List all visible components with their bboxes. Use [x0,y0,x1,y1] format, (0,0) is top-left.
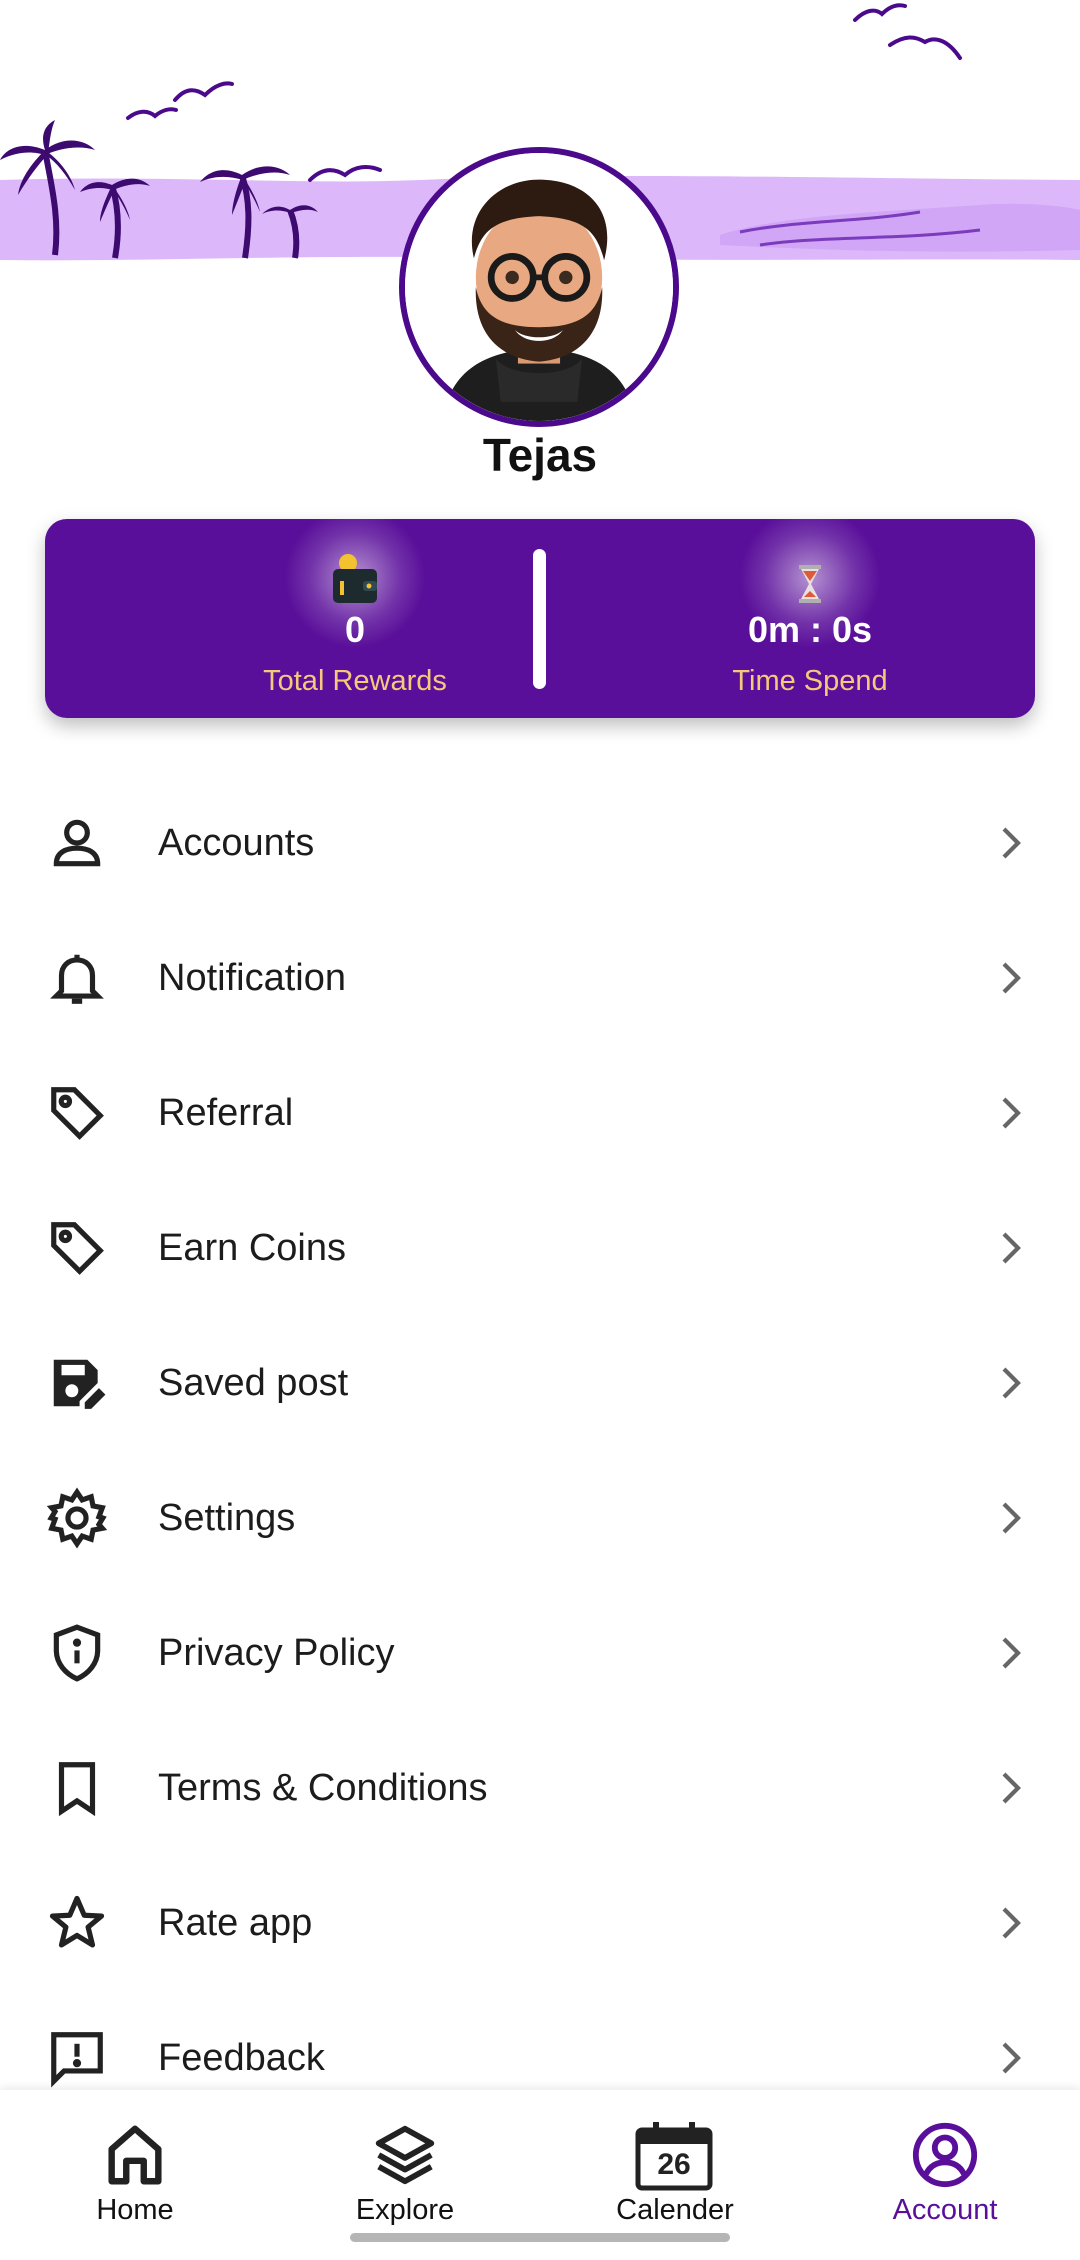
avatar[interactable] [399,147,679,427]
feedback-icon [46,2027,108,2089]
home-indicator[interactable] [350,2233,730,2242]
menu-item-privacy-policy[interactable]: Privacy Policy [0,1592,1080,1712]
nav-home[interactable]: Home [35,2090,235,2250]
menu-item-label: Accounts [158,822,315,864]
total-rewards-stat[interactable]: 0 Total Rewards [145,519,565,718]
bell-icon [46,947,108,1009]
stats-divider [533,549,546,689]
menu-item-notification[interactable]: Notification [0,917,1080,1037]
chevron-right-icon [1002,2042,1021,2074]
calendar-day: 26 [657,2148,691,2181]
menu-item-label: Referral [158,1092,294,1134]
menu-item-saved-post[interactable]: Saved post [0,1322,1080,1442]
home-icon [108,2125,162,2185]
gear-icon [46,1487,108,1549]
nav-explore-label: Explore [355,2194,455,2226]
menu-item-label: Notification [158,957,346,999]
nav-account[interactable]: Account [845,2090,1045,2250]
chevron-right-icon [1002,827,1021,859]
bookmark-icon [46,1757,108,1819]
menu-item-rate-app[interactable]: Rate app [0,1862,1080,1982]
nav-explore[interactable]: Explore [305,2090,505,2250]
menu-item-settings[interactable]: Settings [0,1457,1080,1577]
star-icon [46,1892,108,1954]
wallet-icon [333,554,377,603]
hourglass-icon [799,565,821,603]
chevron-right-icon [1002,1772,1021,1804]
menu-item-earn-coins[interactable]: Earn Coins [0,1187,1080,1307]
menu-item-label: Earn Coins [158,1227,346,1269]
chevron-right-icon [1002,1907,1021,1939]
account-circle-icon [912,2122,978,2188]
profile-name: Tejas [482,429,598,481]
menu-item-label: Rate app [158,1902,313,1944]
chevron-right-icon [1002,1502,1021,1534]
calendar-icon: 26 [635,2120,713,2192]
nav-home-label: Home [96,2194,174,2226]
chevron-right-icon [1002,1637,1021,1669]
total-rewards-value: 0 [344,609,366,650]
menu-item-label: Saved post [158,1362,349,1404]
nav-account-label: Account [892,2194,998,2226]
nav-calender-label: Calender [616,2194,734,2226]
time-spend-label: Time Spend [732,665,888,697]
stats-card: 0 Total Rewards 0m : 0s Time Spend [45,519,1035,718]
save-edit-icon [46,1352,108,1414]
tag-icon [46,1217,108,1279]
time-spend-value: 0m : 0s [747,609,873,650]
menu-item-label: Privacy Policy [158,1632,395,1674]
layers-icon [375,2125,435,2185]
chevron-right-icon [1002,962,1021,994]
chevron-right-icon [1002,1097,1021,1129]
menu-item-accounts[interactable]: Accounts [0,782,1080,902]
tag-icon [46,1082,108,1144]
time-spend-stat[interactable]: 0m : 0s Time Spend [600,519,1020,718]
total-rewards-label: Total Rewards [263,665,447,697]
menu-item-referral[interactable]: Referral [0,1052,1080,1172]
chevron-right-icon [1002,1367,1021,1399]
menu-item-terms-conditions[interactable]: Terms & Conditions [0,1727,1080,1847]
avatar-image [405,153,673,421]
chevron-right-icon [1002,1232,1021,1264]
menu-item-label: Terms & Conditions [158,1767,488,1809]
shield-info-icon [46,1622,108,1684]
menu-item-label: Feedback [158,2037,325,2079]
person-icon [46,812,108,874]
nav-calender[interactable]: 26 Calender [575,2090,775,2250]
menu-item-label: Settings [158,1497,296,1539]
